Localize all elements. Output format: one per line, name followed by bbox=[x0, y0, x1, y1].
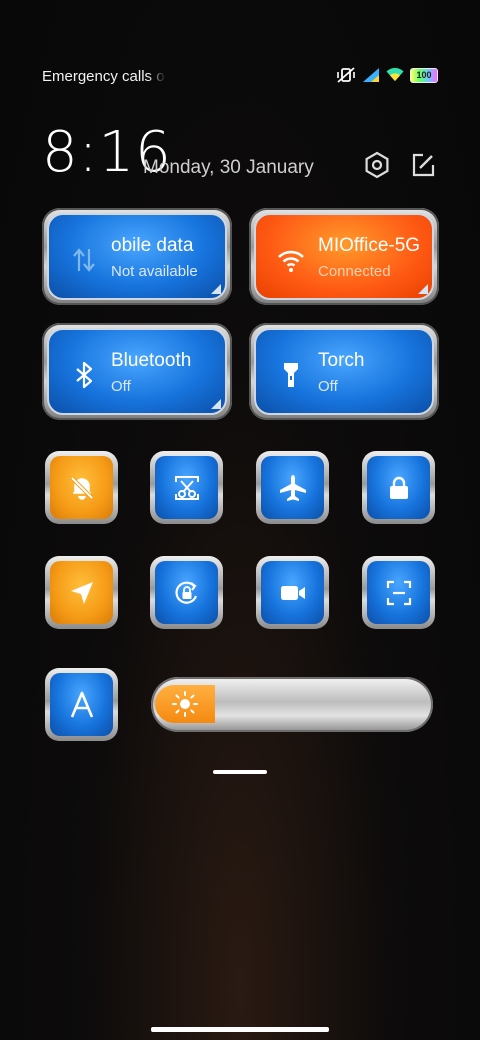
scan-icon bbox=[386, 580, 411, 605]
date-text: Monday, 30 January bbox=[143, 157, 314, 178]
rotation-lock-toggle[interactable] bbox=[150, 556, 223, 629]
mobile-data-status: Not available bbox=[111, 263, 198, 280]
mute-toggle[interactable] bbox=[45, 451, 118, 524]
data-arrows-icon bbox=[73, 248, 95, 272]
bluetooth-tile[interactable]: Bluetooth Off bbox=[42, 323, 232, 420]
wifi-icon bbox=[278, 250, 304, 272]
airplane-toggle[interactable] bbox=[256, 451, 329, 524]
torch-status: Off bbox=[318, 378, 338, 395]
wifi-tile[interactable]: MIOffice-5G Connected bbox=[249, 208, 439, 305]
vibrate-off-icon bbox=[337, 67, 355, 83]
panel-drag-handle[interactable] bbox=[213, 770, 267, 774]
lock-screen-toggle[interactable] bbox=[362, 451, 435, 524]
location-arrow-icon bbox=[70, 581, 93, 604]
font-size-toggle[interactable] bbox=[45, 668, 118, 741]
font-a-icon bbox=[70, 691, 93, 717]
torch-icon bbox=[284, 363, 298, 387]
expand-corner-icon bbox=[211, 399, 221, 409]
wifi-status: Connected bbox=[318, 263, 391, 280]
mobile-data-title: obile data bbox=[111, 235, 194, 256]
battery-label: 100 bbox=[416, 70, 432, 80]
rotate-lock-icon bbox=[174, 581, 197, 604]
video-camera-icon bbox=[280, 585, 305, 600]
expand-corner-icon bbox=[418, 284, 428, 294]
battery-icon: 100 bbox=[410, 67, 438, 83]
status-bar: Emergency calls o 100 bbox=[42, 66, 438, 88]
brightness-slider[interactable] bbox=[151, 677, 433, 732]
expand-corner-icon bbox=[211, 284, 221, 294]
airplane-icon bbox=[279, 474, 306, 501]
sun-icon bbox=[172, 691, 198, 717]
bluetooth-status: Off bbox=[111, 378, 131, 395]
brightness-fill bbox=[155, 685, 215, 723]
lock-icon bbox=[389, 476, 408, 499]
torch-title: Torch bbox=[318, 350, 365, 371]
carrier-text: Emergency calls o bbox=[42, 68, 165, 85]
status-icons: 100 bbox=[336, 66, 438, 84]
location-toggle[interactable] bbox=[45, 556, 118, 629]
screenshot-scissors-icon bbox=[174, 475, 199, 500]
screenshot-toggle[interactable] bbox=[150, 451, 223, 524]
bluetooth-icon bbox=[76, 361, 93, 389]
wifi-status-icon bbox=[386, 68, 404, 81]
bluetooth-title: Bluetooth bbox=[111, 350, 192, 371]
torch-tile[interactable]: Torch Off bbox=[249, 323, 439, 420]
scanner-toggle[interactable] bbox=[362, 556, 435, 629]
bell-off-icon bbox=[70, 476, 93, 500]
edit-icon[interactable] bbox=[408, 150, 438, 180]
wifi-network-name: MIOffice-5G bbox=[318, 235, 421, 256]
mobile-data-tile[interactable]: obile data Not available bbox=[42, 208, 232, 305]
screen-record-toggle[interactable] bbox=[256, 556, 329, 629]
navigation-home-bar[interactable] bbox=[151, 1027, 329, 1032]
signal-icon bbox=[363, 68, 379, 82]
settings-hex-icon[interactable] bbox=[362, 150, 392, 180]
